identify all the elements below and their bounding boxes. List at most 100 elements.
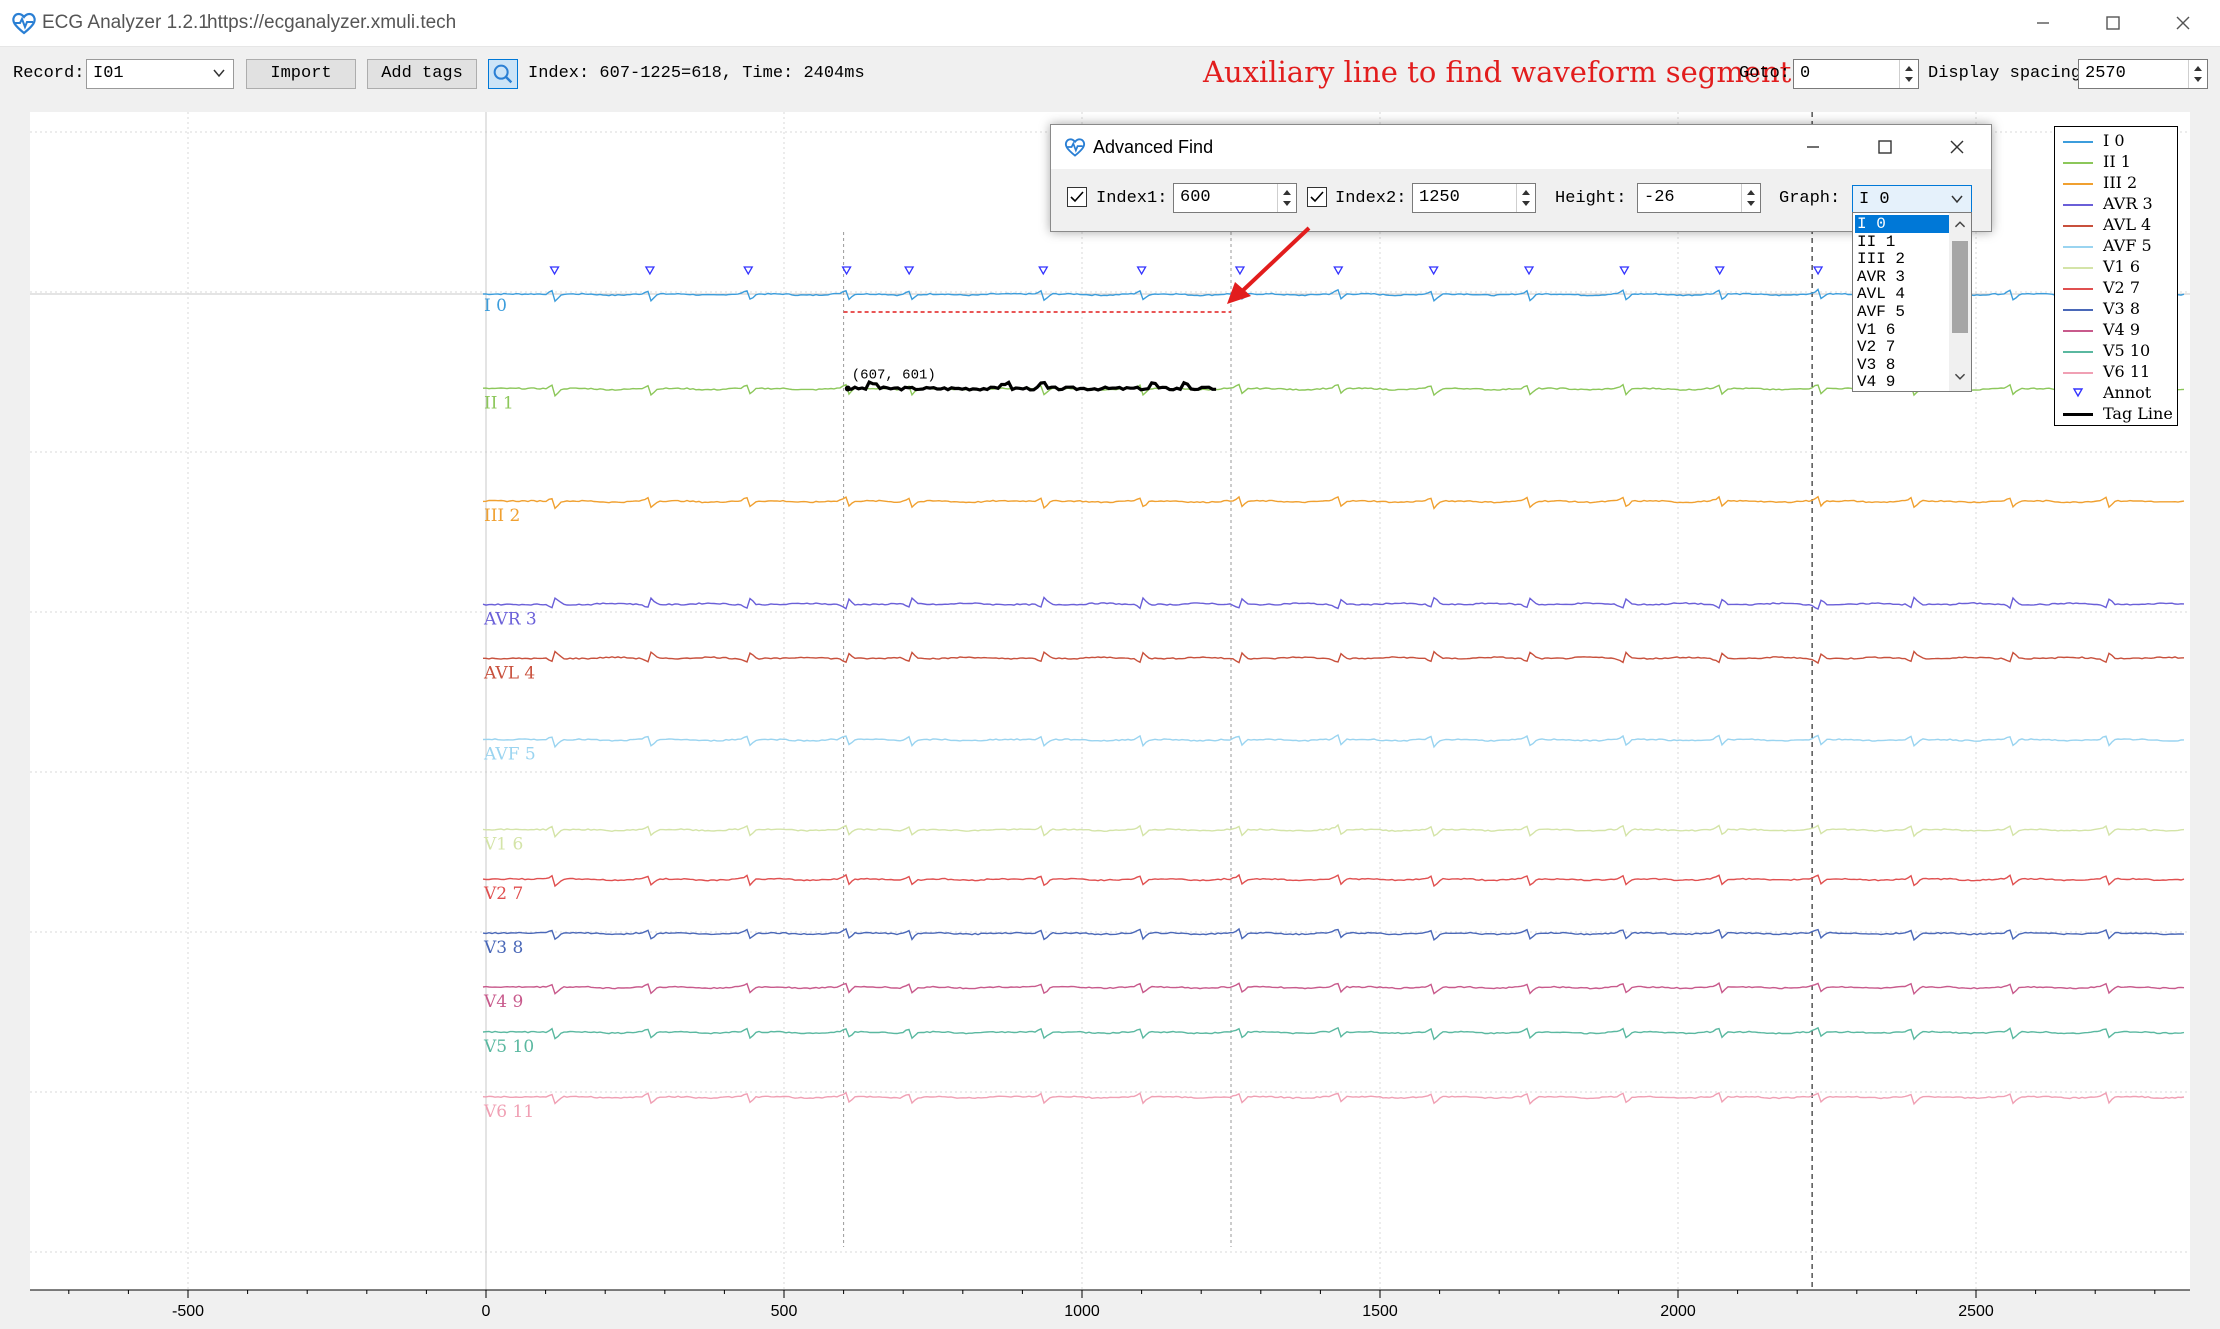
goto-value: 0 — [1800, 64, 1811, 83]
legend-label: Tag Line — [2103, 404, 2173, 423]
spacing-label: Display spacing: — [1928, 64, 2092, 83]
close-button[interactable] — [2150, 0, 2216, 46]
graph-option[interactable]: AVF 5 — [1855, 303, 1949, 321]
trace-label: I 0 — [484, 296, 507, 316]
annot-triangle-icon — [2072, 388, 2084, 398]
legend-swatch — [2063, 141, 2093, 143]
heart-pulse-icon — [1064, 138, 1086, 157]
index1-label: Index1: — [1096, 189, 1168, 208]
dialog-title: Advanced Find — [1093, 137, 1214, 157]
goto-stepper[interactable] — [1899, 60, 1918, 88]
index2-stepper[interactable] — [1516, 184, 1535, 212]
record-select[interactable]: I01 — [86, 59, 234, 89]
legend-swatch — [2063, 330, 2093, 332]
legend-label: V3 8 — [2103, 299, 2140, 318]
dialog-maximize-button[interactable] — [1851, 125, 1919, 169]
graph-option[interactable]: II 1 — [1855, 233, 1949, 251]
heart-pulse-icon — [12, 12, 36, 35]
graph-option[interactable]: V4 9 — [1855, 373, 1949, 391]
trace-label: III 2 — [484, 506, 520, 526]
legend-swatch — [2063, 183, 2093, 185]
trace-label: V6 11 — [483, 1102, 534, 1122]
close-icon — [1950, 140, 1964, 154]
height-input[interactable]: -26 — [1637, 183, 1761, 213]
chevron-down-icon[interactable] — [1949, 367, 1971, 387]
checkmark-icon — [1310, 191, 1324, 203]
spacing-stepper[interactable] — [2188, 60, 2207, 88]
legend-item: Tag Line — [2059, 404, 2177, 424]
legend-swatch — [2063, 309, 2093, 311]
graph-option[interactable]: AVL 4 — [1855, 285, 1949, 303]
spacing-input[interactable]: 2570 — [2078, 59, 2208, 89]
graph-option[interactable]: V3 8 — [1855, 356, 1949, 374]
annotation-caption: Auxiliary line to find waveform segment — [1203, 55, 1792, 89]
legend-item: I 0 — [2059, 131, 2177, 151]
stepper-arrows-icon — [1283, 190, 1291, 206]
maximize-icon — [2106, 16, 2120, 30]
legend-label: V2 7 — [2103, 278, 2140, 297]
legend-item: V4 9 — [2059, 320, 2177, 340]
legend-label: II 1 — [2103, 152, 2131, 171]
index2-label: Index2: — [1335, 189, 1407, 208]
height-stepper[interactable] — [1741, 184, 1760, 212]
search-button[interactable] — [488, 59, 518, 89]
chevron-down-icon — [1951, 195, 1963, 204]
x-tick-label: -500 — [172, 1303, 204, 1320]
spacing-value: 2570 — [2085, 64, 2126, 83]
add-tags-button[interactable]: Add tags — [367, 59, 477, 89]
legend-label: V4 9 — [2103, 320, 2140, 339]
legend-label: V5 10 — [2103, 341, 2151, 360]
checkmark-icon — [1070, 191, 1084, 203]
legend-item: Annot — [2059, 383, 2177, 403]
graph-option[interactable]: V1 6 — [1855, 321, 1949, 339]
tag-line-start-point — [844, 385, 851, 392]
scrollbar-thumb[interactable] — [1952, 241, 1968, 333]
trace-label: V1 6 — [483, 835, 523, 855]
dropdown-scrollbar[interactable] — [1949, 213, 1971, 391]
legend-swatch — [2063, 162, 2093, 164]
legend-item: III 2 — [2059, 173, 2177, 193]
dialog-minimize-button[interactable] — [1779, 125, 1847, 169]
legend-item: V3 8 — [2059, 299, 2177, 319]
legend-label: AVR 3 — [2103, 194, 2153, 213]
x-tick-label: 0 — [482, 1303, 491, 1320]
graph-option[interactable]: III 2 — [1855, 250, 1949, 268]
legend-swatch — [2063, 267, 2093, 269]
legend-label: AVF 5 — [2103, 236, 2152, 255]
minimize-button[interactable] — [2010, 0, 2076, 46]
index1-stepper[interactable] — [1277, 184, 1296, 212]
chevron-down-icon — [213, 69, 225, 78]
dialog-close-button[interactable] — [1923, 125, 1991, 169]
goto-input[interactable]: 0 — [1793, 59, 1919, 89]
index2-checkbox[interactable] — [1307, 187, 1327, 207]
index1-checkbox[interactable] — [1067, 187, 1087, 207]
index2-input[interactable]: 1250 — [1412, 183, 1536, 213]
stepper-arrows-icon — [1522, 190, 1530, 206]
graph-option[interactable]: I 0 — [1855, 215, 1949, 233]
x-tick-label: 2500 — [1958, 1303, 1994, 1320]
import-button[interactable]: Import — [246, 59, 356, 89]
stepper-arrows-icon — [1747, 190, 1755, 206]
legend-item: V5 10 — [2059, 341, 2177, 361]
chevron-up-icon[interactable] — [1949, 215, 1971, 235]
graph-select[interactable]: I 0 — [1852, 185, 1972, 215]
graph-select-value: I 0 — [1859, 190, 1890, 209]
legend-label: Annot — [2103, 383, 2152, 402]
legend-item: AVL 4 — [2059, 215, 2177, 235]
graph-dropdown-list[interactable]: I 0 II 1 III 2 AVR 3 AVL 4 AVF 5 V1 6 V2 7 V3 8V… — [1852, 212, 1972, 392]
index1-input[interactable]: 600 — [1173, 183, 1297, 213]
graph-option[interactable]: AVR 3 — [1855, 268, 1949, 286]
height-value: -26 — [1644, 188, 1675, 207]
legend-swatch — [2063, 204, 2093, 206]
height-label: Height: — [1555, 189, 1627, 208]
trace-label: II 1 — [484, 394, 514, 414]
legend-swatch — [2063, 246, 2093, 248]
legend-item: AVR 3 — [2059, 194, 2177, 214]
maximize-button[interactable] — [2080, 0, 2146, 46]
graph-option[interactable]: V2 7 — [1855, 338, 1949, 356]
search-icon — [493, 64, 513, 84]
app-url: https://ecganalyzer.xmuli.tech — [207, 12, 457, 33]
trace-label: AVL 4 — [483, 664, 535, 684]
advanced-find-dialog: Advanced Find Index1: 600 Index2: 1250 H… — [1050, 124, 1992, 232]
legend-item: V1 6 — [2059, 257, 2177, 277]
